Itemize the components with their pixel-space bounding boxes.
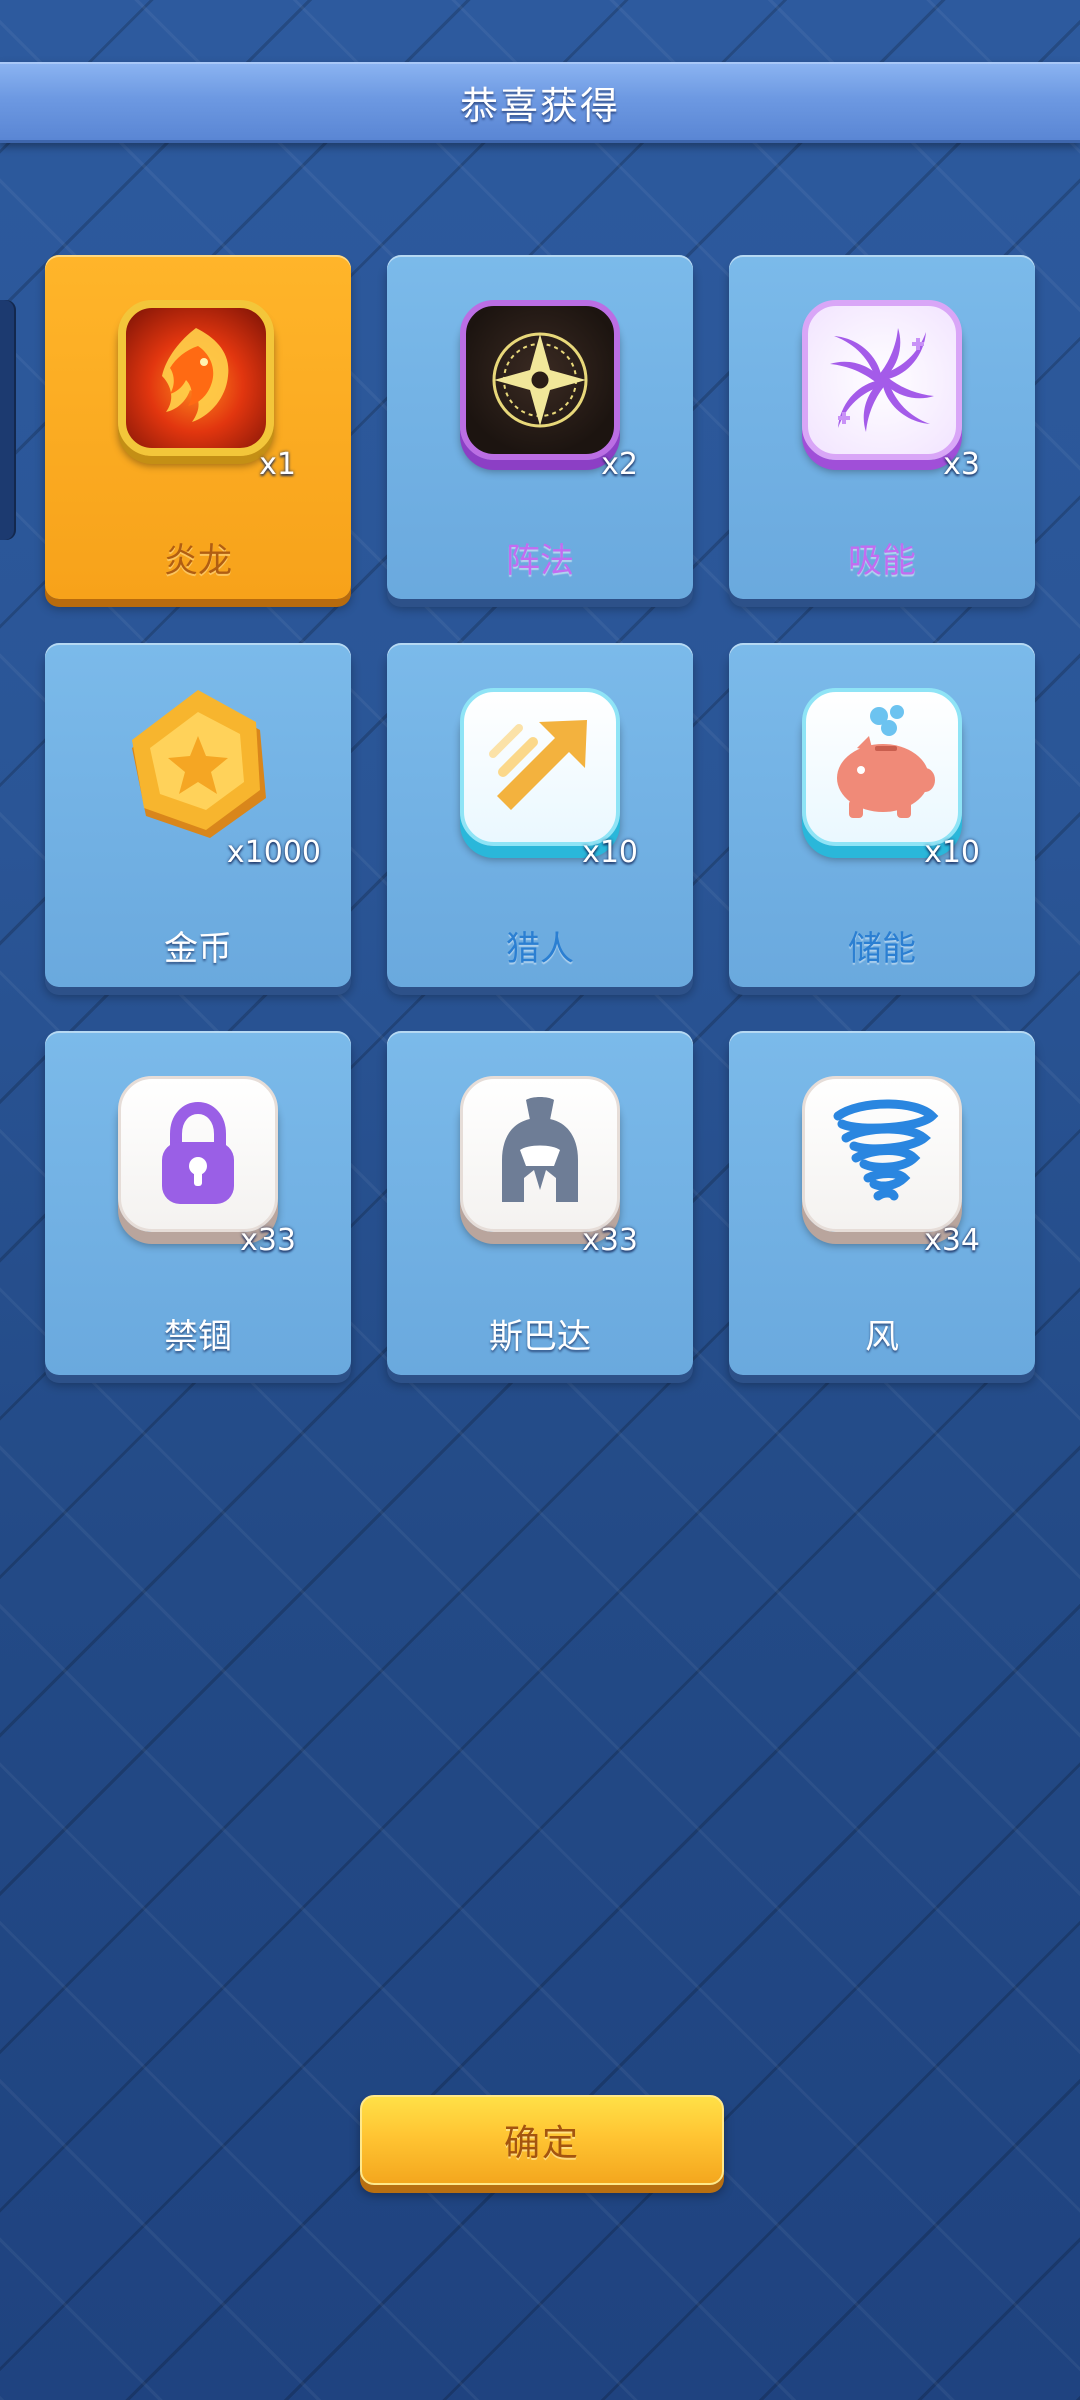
reward-card-fire-dragon[interactable]: x1 炎龙 <box>45 255 351 599</box>
fire-dragon-icon <box>118 300 274 456</box>
magic-array-icon <box>460 300 620 460</box>
reward-quantity: x10 <box>924 835 980 870</box>
reward-card-absorb[interactable]: x3 吸能 <box>729 255 1035 599</box>
reward-card-gold-coin[interactable]: x1000 金币 <box>45 643 351 987</box>
reward-name: 禁锢 <box>164 1317 232 1357</box>
reward-card-hunter[interactable]: x10 猎人 <box>387 643 693 987</box>
confirm-button[interactable]: 确定 <box>360 2095 724 2185</box>
reward-card-piggy-bank[interactable]: x10 储能 <box>729 643 1035 987</box>
reward-name: 金币 <box>164 929 232 969</box>
side-panel-handle[interactable] <box>0 300 16 540</box>
title-bar: 恭喜获得 <box>0 62 1080 143</box>
reward-quantity: x2 <box>601 447 638 482</box>
reward-quantity: x34 <box>924 1223 980 1258</box>
confirm-button-label: 确定 <box>503 2123 580 2164</box>
absorb-swirl-icon <box>802 300 962 460</box>
reward-name: 炎龙 <box>164 541 232 581</box>
reward-name: 储能 <box>848 929 916 969</box>
reward-card-lock[interactable]: x33 禁锢 <box>45 1031 351 1375</box>
reward-name: 风 <box>865 1317 899 1357</box>
spartan-helmet-icon <box>460 1076 620 1232</box>
reward-card-wind[interactable]: x34 风 <box>729 1031 1035 1375</box>
reward-quantity: x1 <box>259 447 296 482</box>
reward-name: 阵法 <box>506 541 574 581</box>
gold-coin-icon <box>118 688 278 848</box>
tornado-icon <box>802 1076 962 1232</box>
hunter-arrow-icon <box>460 688 620 846</box>
piggy-bank-icon <box>802 688 962 846</box>
reward-quantity: x33 <box>582 1223 638 1258</box>
reward-name: 猎人 <box>506 929 574 969</box>
reward-quantity: x10 <box>582 835 638 870</box>
lock-icon <box>118 1076 278 1232</box>
rewards-grid: x1 炎龙 x2 阵法 x3 吸能 x1000 金币 x10 猎人 x10 储能… <box>45 255 1035 1375</box>
reward-quantity: x1000 <box>226 835 321 870</box>
page-title: 恭喜获得 <box>459 83 620 128</box>
reward-quantity: x33 <box>240 1223 296 1258</box>
reward-name: 吸能 <box>848 541 916 581</box>
reward-card-magic-array[interactable]: x2 阵法 <box>387 255 693 599</box>
reward-name: 斯巴达 <box>489 1317 591 1357</box>
reward-quantity: x3 <box>943 447 980 482</box>
reward-card-spartan[interactable]: x33 斯巴达 <box>387 1031 693 1375</box>
